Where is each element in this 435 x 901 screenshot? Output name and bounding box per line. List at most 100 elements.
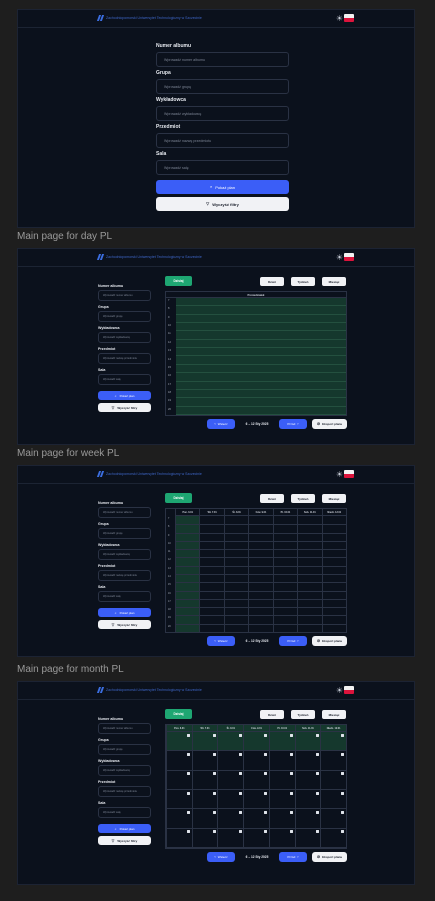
flag-pl-icon[interactable] [344, 14, 354, 22]
time-slot[interactable] [176, 306, 346, 315]
group-input[interactable]: Wprowadź grupę [156, 79, 289, 94]
month-day-cell[interactable] [217, 751, 244, 771]
view-week-button[interactable]: Tydzień [291, 277, 315, 286]
month-day-cell[interactable] [243, 732, 269, 752]
view-week-button[interactable]: Tydzień [291, 710, 315, 719]
subject-input[interactable]: Wprowadź nazwę przedmiotu [156, 133, 289, 148]
group-input[interactable]: Wprowadź grupę [98, 744, 151, 755]
lecturer-input[interactable]: Wprowadź wykładowcę [98, 332, 151, 343]
album-input[interactable]: Wprowadź numer albumu [98, 290, 151, 301]
show-plan-button[interactable]: ⌕ Pokaż plan [156, 180, 289, 194]
month-day-cell[interactable] [191, 828, 218, 848]
group-input[interactable]: Wprowadź grupę [98, 528, 151, 539]
month-day-cell[interactable] [166, 751, 192, 771]
export-button[interactable]: ⊘ Eksport planu [312, 852, 347, 862]
month-day-cell[interactable] [268, 770, 295, 790]
show-plan-button[interactable]: ⌕ Pokaż plan [98, 391, 151, 400]
month-day-cell[interactable] [268, 732, 295, 752]
month-day-cell[interactable] [294, 809, 321, 829]
view-week-button[interactable]: Tydzień [291, 494, 315, 503]
month-day-cell[interactable] [320, 732, 346, 752]
time-slot[interactable] [176, 407, 346, 415]
lecturer-input[interactable]: Wprowadź wykładowcę [98, 765, 151, 776]
album-input[interactable]: Wprowadź numer albumu [156, 52, 289, 67]
time-slot[interactable] [176, 390, 346, 399]
flag-pl-icon[interactable] [344, 470, 354, 478]
month-day-cell[interactable] [243, 770, 269, 790]
flag-pl-icon[interactable] [344, 686, 354, 694]
show-plan-button[interactable]: ⌕ Pokaż plan [98, 608, 151, 617]
month-day-cell[interactable] [166, 828, 192, 848]
sun-icon[interactable]: ☀ [336, 14, 343, 23]
export-button[interactable]: ⊘ Eksport planu [312, 419, 347, 429]
today-button[interactable]: Dzisiaj [165, 493, 192, 503]
view-month-button[interactable]: Miesiąc [322, 494, 346, 503]
month-day-cell[interactable] [166, 732, 192, 752]
month-day-cell[interactable] [217, 828, 244, 848]
today-button[interactable]: Dzisiaj [165, 709, 192, 719]
month-day-cell[interactable] [191, 770, 218, 790]
month-day-cell[interactable] [294, 770, 321, 790]
sun-icon[interactable]: ☀ [336, 686, 343, 695]
month-day-cell[interactable] [268, 809, 295, 829]
month-day-cell[interactable] [268, 828, 295, 848]
clear-filters-button[interactable]: ▽ Wyczyść filtry [98, 403, 151, 412]
next-button[interactable]: Przód › [279, 419, 307, 429]
room-input[interactable]: Wprowadź salę [98, 591, 151, 602]
subject-input[interactable]: Wprowadź nazwę przedmiotu [98, 570, 151, 581]
prev-button[interactable]: ‹ Wstecz [207, 636, 235, 646]
logo[interactable]: Zachodniopomorski Uniwersytet Technologi… [98, 687, 202, 693]
month-day-cell[interactable] [320, 770, 346, 790]
view-day-button[interactable]: Dzień [260, 710, 284, 719]
today-button[interactable]: Dzisiaj [165, 276, 192, 286]
subject-input[interactable]: Wprowadź nazwę przedmiotu [98, 786, 151, 797]
month-day-cell[interactable] [191, 751, 218, 771]
time-slot[interactable] [176, 365, 346, 374]
album-input[interactable]: Wprowadź numer albumu [98, 723, 151, 734]
month-day-cell[interactable] [217, 790, 244, 810]
month-day-cell[interactable] [294, 828, 321, 848]
month-day-cell[interactable] [191, 790, 218, 810]
room-input[interactable]: Wprowadź salę [98, 807, 151, 818]
month-day-cell[interactable] [320, 751, 346, 771]
view-day-button[interactable]: Dzień [260, 277, 284, 286]
month-day-cell[interactable] [320, 790, 346, 810]
view-day-button[interactable]: Dzień [260, 494, 284, 503]
month-day-cell[interactable] [166, 790, 192, 810]
month-day-cell[interactable] [217, 732, 244, 752]
show-plan-button[interactable]: ⌕ Pokaż plan [98, 824, 151, 833]
month-day-cell[interactable] [268, 790, 295, 810]
lecturer-input[interactable]: Wprowadź wykładowcę [156, 106, 289, 121]
month-day-cell[interactable] [320, 809, 346, 829]
time-slot[interactable] [176, 382, 346, 390]
clear-filters-button[interactable]: ▽ Wyczyść filtry [156, 197, 289, 211]
subject-input[interactable]: Wprowadź nazwę przedmiotu [98, 353, 151, 364]
export-button[interactable]: ⊘ Eksport planu [312, 636, 347, 646]
month-day-cell[interactable] [294, 790, 321, 810]
time-slot[interactable] [176, 340, 346, 349]
month-day-cell[interactable] [217, 770, 244, 790]
logo[interactable]: Zachodniopomorski Uniwersytet Technologi… [98, 471, 202, 477]
logo[interactable]: Zachodniopomorski Uniwersytet Technologi… [98, 254, 202, 260]
month-day-cell[interactable] [243, 809, 269, 829]
month-day-cell[interactable] [243, 751, 269, 771]
prev-button[interactable]: ‹ Wstecz [207, 852, 235, 862]
flag-pl-icon[interactable] [344, 253, 354, 261]
next-button[interactable]: Przód › [279, 636, 307, 646]
album-input[interactable]: Wprowadź numer albumu [98, 507, 151, 518]
view-month-button[interactable]: Miesiąc [322, 277, 346, 286]
month-day-cell[interactable] [191, 809, 218, 829]
time-slot[interactable] [176, 348, 346, 357]
month-day-cell[interactable] [294, 751, 321, 771]
time-slot[interactable] [176, 357, 346, 365]
month-day-cell[interactable] [243, 828, 269, 848]
time-slot[interactable] [176, 298, 346, 307]
month-day-cell[interactable] [166, 770, 192, 790]
room-input[interactable]: Wprowadź salę [156, 160, 289, 175]
month-day-cell[interactable] [191, 732, 218, 752]
time-slot[interactable] [176, 331, 346, 340]
clear-filters-button[interactable]: ▽ Wyczyść filtry [98, 836, 151, 845]
next-button[interactable]: Przód › [279, 852, 307, 862]
month-day-cell[interactable] [294, 732, 321, 752]
sun-icon[interactable]: ☀ [336, 470, 343, 479]
